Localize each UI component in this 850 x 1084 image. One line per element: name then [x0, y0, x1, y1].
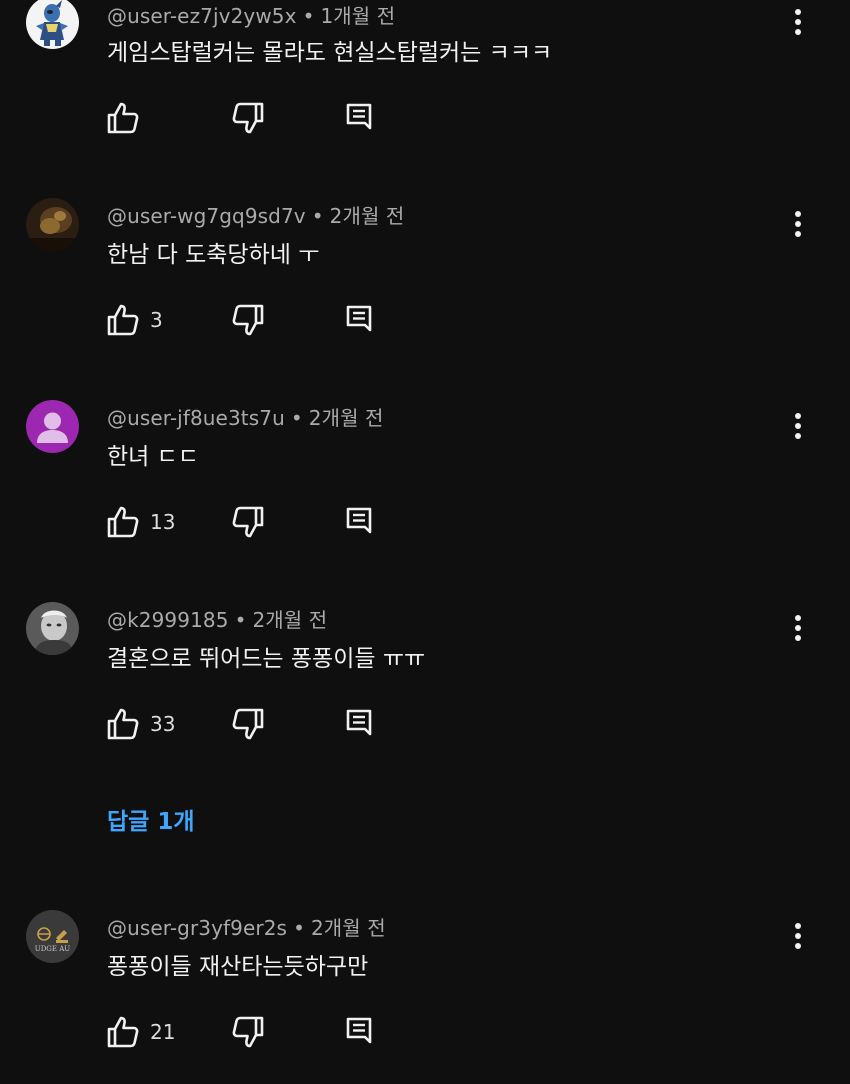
like-button[interactable] — [106, 101, 150, 135]
comment-meta: @user-jf8ue3ts7u • 2개월 전 — [107, 402, 384, 431]
comment-meta: @user-gr3yf9er2s • 2개월 전 — [107, 912, 386, 941]
thumbs-up-icon — [107, 102, 139, 134]
dark-photo-icon — [26, 198, 79, 251]
thumbs-down-icon — [232, 102, 264, 134]
view-replies-link[interactable]: 답글 1개 — [107, 802, 195, 836]
like-count: 13 — [150, 510, 176, 534]
reply-icon — [346, 103, 372, 130]
reply-button[interactable] — [346, 1017, 372, 1049]
comment-meta: @user-ez7jv2yw5x • 1개월 전 — [107, 0, 395, 29]
comment-meta: @user-wg7gq9sd7v • 2개월 전 — [107, 200, 404, 229]
like-button[interactable]: 13 — [106, 505, 175, 539]
comment-time: 2개월 전 — [252, 608, 328, 632]
judge-logo-icon: UDGE AU — [26, 910, 79, 963]
comment-actions — [106, 101, 406, 135]
comment-text: 한녀 ㄷㄷ — [107, 444, 199, 470]
reply-button[interactable] — [346, 103, 372, 135]
thumbs-down-icon — [232, 1016, 264, 1048]
reply-button[interactable] — [346, 507, 372, 539]
comment-actions: 3 — [106, 303, 406, 337]
thumbs-down-icon — [232, 304, 264, 336]
more-options-icon[interactable] — [786, 208, 810, 240]
comment-text: 결혼으로 뛰어드는 퐁퐁이들 ㅠㅠ — [107, 646, 426, 672]
meta-separator: • — [302, 4, 315, 28]
reply-icon — [346, 1017, 372, 1044]
comment-text: 한남 다 도축당하네 ㅜ — [107, 242, 320, 268]
thumbs-up-icon — [107, 708, 139, 740]
comment-time: 2개월 전 — [308, 406, 384, 430]
comment-actions: 33 — [106, 707, 406, 741]
like-count: 3 — [150, 308, 163, 332]
thumbs-up-icon — [107, 506, 139, 538]
comment-time: 2개월 전 — [329, 204, 405, 228]
comment-author[interactable]: @user-jf8ue3ts7u — [107, 406, 285, 430]
pokemon-figure-icon — [26, 0, 79, 49]
more-options-icon[interactable] — [786, 410, 810, 442]
avatar[interactable]: UDGE AU — [26, 910, 79, 963]
dislike-button[interactable] — [231, 1015, 265, 1053]
like-button[interactable]: 3 — [106, 303, 163, 337]
default-person-icon — [26, 400, 79, 453]
thumbs-up-icon — [107, 1016, 139, 1048]
more-options-icon[interactable] — [786, 6, 810, 38]
dislike-button[interactable] — [231, 303, 265, 341]
reply-button[interactable] — [346, 305, 372, 337]
avatar[interactable] — [26, 0, 79, 49]
like-button[interactable]: 33 — [106, 707, 175, 741]
meta-separator: • — [234, 608, 247, 632]
comment-author[interactable]: @k2999185 — [107, 608, 229, 632]
thumbs-up-icon — [107, 304, 139, 336]
meta-separator: • — [290, 406, 303, 430]
comment-meta: @k2999185 • 2개월 전 — [107, 604, 327, 633]
comment-actions: 21 — [106, 1015, 406, 1049]
reply-icon — [346, 507, 372, 534]
more-options-icon[interactable] — [786, 612, 810, 644]
comment-time: 1개월 전 — [320, 4, 396, 28]
comment-author[interactable]: @user-ez7jv2yw5x — [107, 4, 297, 28]
like-count: 33 — [150, 712, 176, 736]
comment-time: 2개월 전 — [310, 916, 386, 940]
reply-button[interactable] — [346, 709, 372, 741]
comment-text: 퐁퐁이들 재산타는듯하구만 — [107, 954, 369, 980]
avatar[interactable] — [26, 198, 79, 251]
reply-icon — [346, 709, 372, 736]
avatar-logo-text: UDGE AU — [35, 945, 70, 953]
more-options-icon[interactable] — [786, 920, 810, 952]
comment-actions: 13 — [106, 505, 406, 539]
dislike-button[interactable] — [231, 505, 265, 543]
thumbs-down-icon — [232, 506, 264, 538]
dislike-button[interactable] — [231, 101, 265, 139]
reply-icon — [346, 305, 372, 332]
comment-author[interactable]: @user-wg7gq9sd7v — [107, 204, 306, 228]
thumbs-down-icon — [232, 708, 264, 740]
grayscale-portrait-icon — [26, 602, 79, 655]
dislike-button[interactable] — [231, 707, 265, 745]
like-button[interactable]: 21 — [106, 1015, 175, 1049]
comment-author[interactable]: @user-gr3yf9er2s — [107, 916, 287, 940]
avatar[interactable] — [26, 400, 79, 453]
meta-separator: • — [293, 916, 305, 940]
like-count: 21 — [150, 1020, 176, 1044]
comment-text: 게임스탑럴커는 몰라도 현실스탑럴커는 ㅋㅋㅋ — [107, 40, 553, 66]
avatar[interactable] — [26, 602, 79, 655]
meta-separator: • — [311, 204, 324, 228]
